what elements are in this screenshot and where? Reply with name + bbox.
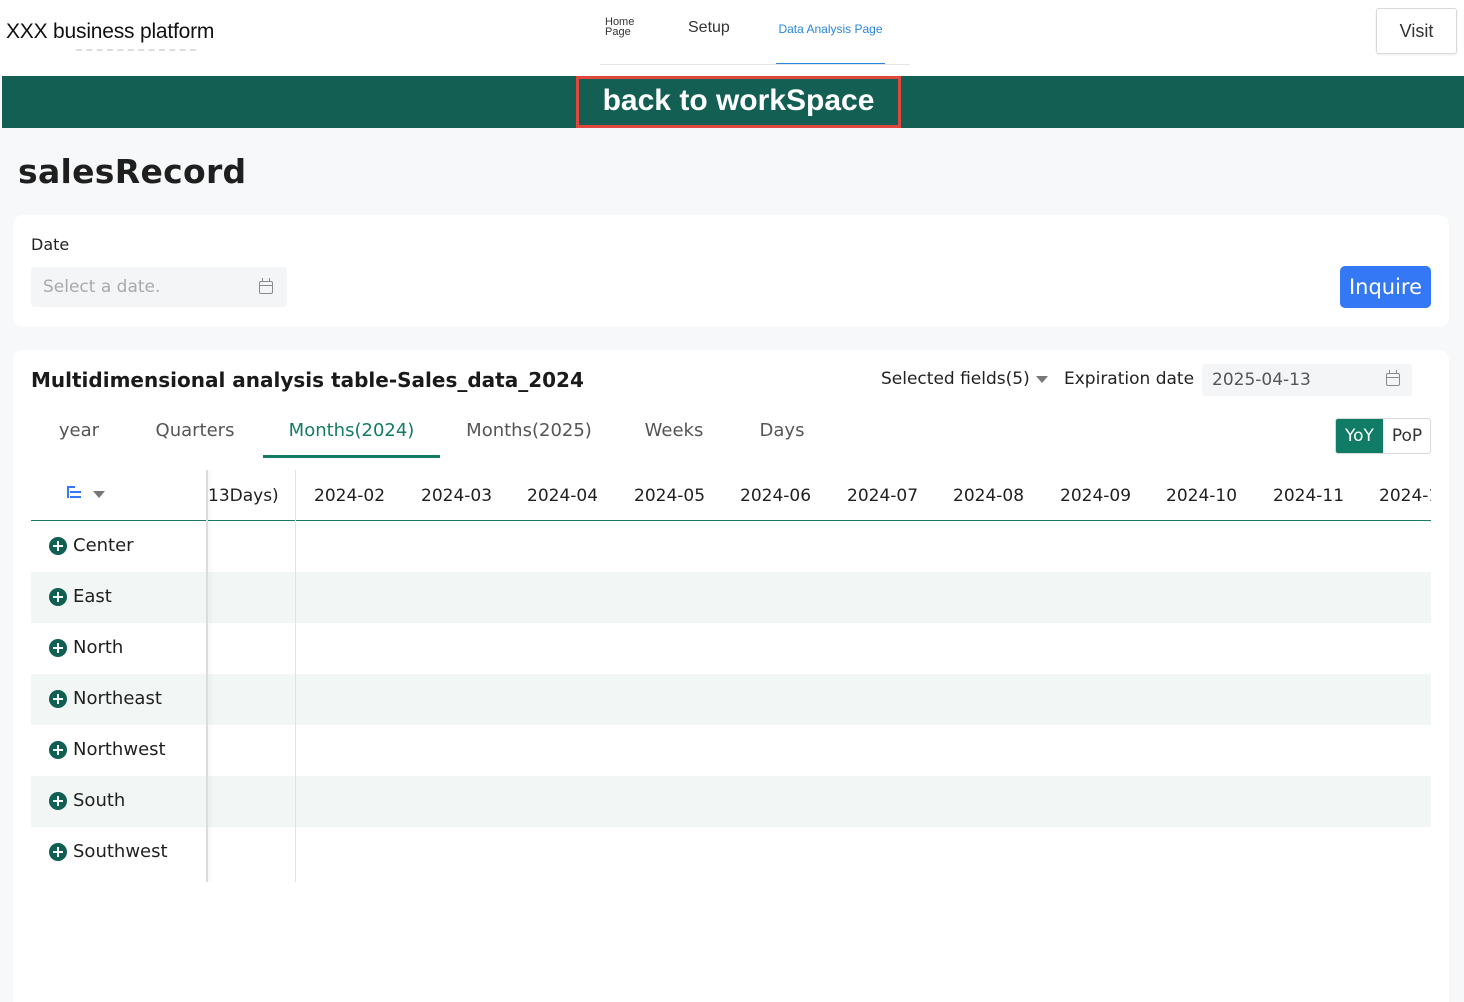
- plus-circle-icon[interactable]: [49, 588, 67, 606]
- filter-card: Date Select a date. Inquire: [13, 215, 1449, 327]
- visit-button[interactable]: Visit: [1376, 8, 1457, 54]
- column-divider: [295, 470, 296, 882]
- column-header: 2024-09: [1060, 486, 1132, 506]
- top-navigation: XXX business platform Home Page Setup Da…: [0, 0, 1464, 76]
- column-header: 2024-04: [527, 486, 599, 506]
- table-title: Multidimensional analysis table-Sales_da…: [31, 368, 584, 392]
- column-header: 2024-02: [314, 486, 386, 506]
- tab-weeks[interactable]: Weeks: [628, 410, 720, 458]
- table-row: East: [31, 572, 1431, 623]
- nav-divider: [600, 64, 910, 65]
- date-label: Date: [31, 235, 70, 254]
- pop-button[interactable]: PoP: [1383, 419, 1430, 453]
- column-header: 2024-08: [953, 486, 1025, 506]
- analysis-grid: 13Days) 2024-02 2024-03 2024-04 2024-05 …: [31, 470, 1431, 882]
- column-header: 2024-06: [740, 486, 812, 506]
- row-label: Northwest: [73, 739, 166, 760]
- yoy-button[interactable]: YoY: [1336, 419, 1383, 453]
- table-row: Northeast: [31, 674, 1431, 725]
- caret-down-icon: [1035, 375, 1048, 383]
- tree-structure-icon[interactable]: [67, 486, 81, 500]
- plus-circle-icon[interactable]: [49, 639, 67, 657]
- column-header: 2024-12: [1379, 486, 1431, 506]
- grid-header: 13Days) 2024-02 2024-03 2024-04 2024-05 …: [31, 470, 1431, 521]
- brand-title: XXX business platform: [6, 20, 215, 43]
- table-row: North: [31, 623, 1431, 674]
- row-label: North: [73, 637, 124, 658]
- calendar-icon: [1386, 370, 1400, 386]
- row-label: Center: [73, 535, 134, 556]
- column-header: 2024-10: [1166, 486, 1238, 506]
- analysis-table-card: Multidimensional analysis table-Sales_da…: [13, 350, 1449, 1002]
- column-header: 2024-11: [1273, 486, 1345, 506]
- row-label: Northeast: [73, 688, 162, 709]
- frozen-column-divider: [206, 470, 208, 882]
- column-header: 2024-07: [847, 486, 919, 506]
- expiration-date-value: 2025-04-13: [1212, 370, 1311, 390]
- plus-circle-icon[interactable]: [49, 792, 67, 810]
- selected-fields-label: Selected fields(5): [881, 369, 1030, 389]
- selected-fields-dropdown[interactable]: Selected fields(5): [881, 369, 1048, 389]
- date-placeholder: Select a date.: [43, 277, 161, 297]
- nav-home-label: Home Page: [605, 16, 635, 38]
- nav-data-analysis-page[interactable]: Data Analysis Page: [776, 0, 885, 65]
- column-header: 13Days): [208, 486, 279, 506]
- tab-quarters[interactable]: Quarters: [137, 410, 253, 458]
- row-label: Southwest: [73, 841, 168, 862]
- tab-months-2024[interactable]: Months(2024): [263, 410, 440, 458]
- brand-underline: [76, 49, 196, 52]
- table-row: Northwest: [31, 725, 1431, 776]
- plus-circle-icon[interactable]: [49, 843, 67, 861]
- row-label: East: [73, 586, 112, 607]
- inquire-button[interactable]: Inquire: [1340, 266, 1431, 308]
- expiration-date-picker[interactable]: 2025-04-13: [1202, 364, 1412, 396]
- date-picker-input[interactable]: Select a date.: [31, 267, 287, 307]
- chevron-down-icon[interactable]: [93, 491, 105, 498]
- column-header: 2024-03: [421, 486, 493, 506]
- page-title: salesRecord: [18, 152, 247, 191]
- table-row: Center: [31, 521, 1431, 572]
- expiration-date-label: Expiration date: [1064, 369, 1195, 389]
- comparison-toggle: YoY PoP: [1335, 418, 1431, 454]
- table-row: Southwest: [31, 827, 1431, 878]
- workspace-banner: back to workSpace: [2, 76, 1464, 128]
- plus-circle-icon[interactable]: [49, 690, 67, 708]
- tab-days[interactable]: Days: [736, 410, 828, 458]
- back-to-workspace-button[interactable]: back to workSpace: [576, 76, 901, 128]
- nav-home-page[interactable]: Home Page: [605, 16, 645, 38]
- tab-year[interactable]: year: [31, 410, 127, 458]
- calendar-icon: [259, 278, 273, 294]
- row-label: South: [73, 790, 126, 811]
- plus-circle-icon[interactable]: [49, 741, 67, 759]
- column-header: 2024-05: [634, 486, 706, 506]
- plus-circle-icon[interactable]: [49, 537, 67, 555]
- nav-setup[interactable]: Setup: [688, 19, 730, 37]
- tab-months-2025[interactable]: Months(2025): [450, 410, 608, 458]
- table-row: South: [31, 776, 1431, 827]
